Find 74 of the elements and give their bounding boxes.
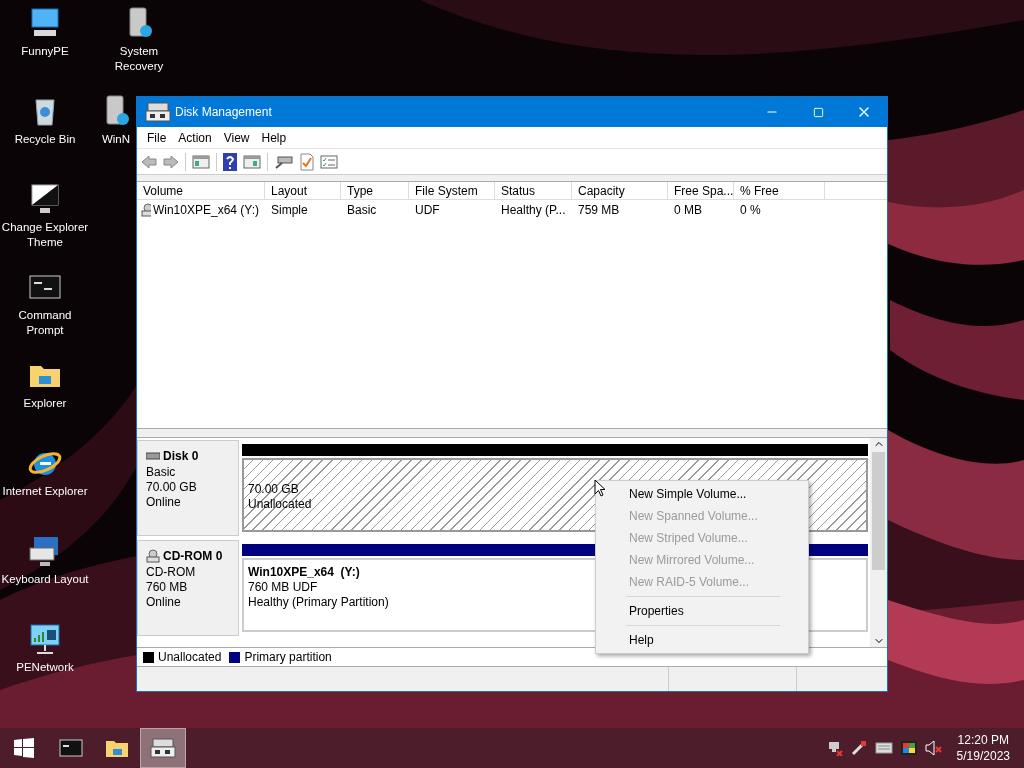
desktop-icon-label[interactable]: Command Prompt [1, 308, 89, 338]
disk-name: CD-ROM 0 [163, 548, 223, 565]
help-icon[interactable] [223, 152, 237, 171]
disk-label-panel[interactable]: CD-ROM 0 CD-ROM 760 MB Online [137, 540, 239, 636]
windows-icon [14, 738, 34, 758]
column-header[interactable]: Free Spa... [668, 182, 734, 199]
back-arrow-icon[interactable] [141, 154, 157, 169]
window-title: Disk Management [175, 104, 272, 121]
column-header[interactable]: File System [409, 182, 495, 199]
display-icon[interactable] [900, 741, 917, 755]
column-header[interactable]: Capacity [572, 182, 668, 199]
disk-info: Online [146, 595, 182, 610]
desktop-icon-label[interactable]: FunnyPE [21, 44, 69, 59]
desktop-icon-label[interactable]: Keyboard Layout [1, 572, 89, 587]
menu-item[interactable]: View [217, 128, 256, 147]
partition-info: Unallocated [248, 497, 312, 512]
column-header[interactable]: % Free [734, 182, 825, 199]
column-header[interactable]: Layout [265, 182, 341, 199]
cd-drive-icon [146, 549, 160, 563]
network-icon[interactable] [826, 740, 843, 756]
table-cell-text: Basic [346, 202, 378, 219]
taskbar-app[interactable] [140, 728, 186, 768]
network-icon [28, 622, 62, 656]
cd-drive-icon [141, 203, 151, 217]
usb-icon[interactable] [850, 740, 867, 756]
clock-date[interactable]: 5/19/2023 [956, 748, 1010, 764]
pointer-icon [594, 479, 606, 497]
disk-name: Disk 0 [163, 448, 199, 465]
clock-time[interactable]: 12:20 PM [957, 732, 1009, 748]
disk-label-panel[interactable]: Disk 0 Basic 70.00 GB Online [137, 440, 239, 536]
table-cell-text: 0 % [739, 202, 762, 219]
partition-info: 760 MB UDF [248, 580, 318, 595]
disk-info: CD-ROM [146, 565, 197, 580]
disk-info: 70.00 GB [146, 480, 198, 495]
disk-info: Online [146, 495, 182, 510]
folder-icon [105, 738, 129, 758]
context-menu-item[interactable]: Help [596, 629, 808, 651]
column-header[interactable]: Type [341, 182, 409, 199]
monitor-icon [28, 182, 62, 216]
column-header[interactable]: Volume [137, 182, 265, 199]
table-cell-text: 759 MB [577, 202, 621, 219]
disk-info: Basic [146, 465, 177, 480]
legend-label: Unallocated [158, 649, 222, 666]
disk-info: 760 MB [146, 580, 189, 595]
partition-info: 70.00 GB [248, 482, 299, 497]
context-menu-item[interactable]: Properties [596, 600, 808, 622]
desktop-icon-label[interactable]: WinN [101, 132, 131, 147]
desktop-icon-label[interactable]: PENetwork [16, 660, 74, 675]
scrollbar[interactable] [870, 438, 887, 647]
table-cell-text: UDF [414, 202, 441, 219]
desktop-icon-label[interactable]: System Recovery [95, 44, 183, 74]
panel-icon[interactable] [192, 154, 210, 169]
desktop-icon-label[interactable]: Explorer [23, 396, 67, 411]
table-cell-text: Simple [270, 202, 309, 219]
maximize-icon [812, 106, 824, 118]
menu-item[interactable]: File [141, 128, 173, 147]
column-header[interactable]: Status [495, 182, 572, 199]
partition-title: Win10XPE_x64 (Y:) [248, 564, 361, 580]
desktop-icon-label[interactable]: Internet Explorer [2, 484, 88, 499]
legend-label: Primary partition [244, 649, 332, 666]
speaker-muted-icon[interactable] [924, 740, 943, 756]
table-cell-text: 0 MB [673, 202, 703, 219]
desktop-icon-label[interactable]: Recycle Bin [14, 132, 76, 147]
desktop-icon-label[interactable]: Change Explorer Theme [1, 220, 89, 250]
list-icon[interactable] [320, 154, 338, 169]
menu-item[interactable]: Help [255, 128, 293, 147]
panel-icon[interactable] [243, 154, 261, 169]
checklist-icon[interactable] [300, 152, 314, 171]
terminal-icon [59, 738, 83, 758]
table-cell-text: Healthy (P... [500, 202, 567, 219]
table-cell: Win10XPE_x64 (Y:) [137, 201, 265, 219]
menu-item[interactable]: Action [172, 128, 218, 147]
partition-info: Healthy (Primary Partition) [248, 595, 389, 610]
forward-arrow-icon[interactable] [163, 154, 179, 169]
